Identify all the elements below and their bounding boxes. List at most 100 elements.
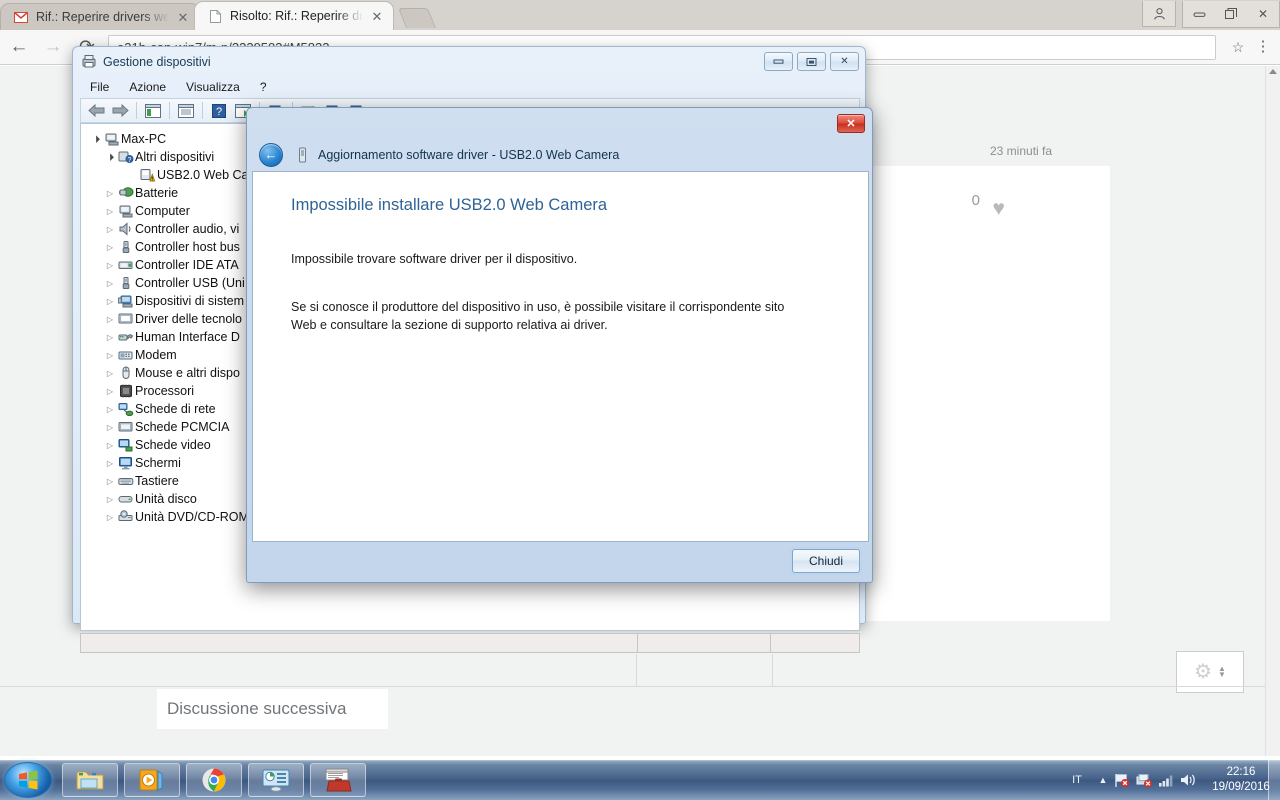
stepper-down-icon[interactable]: ▼ — [1218, 671, 1226, 679]
driver-update-dialog[interactable]: ✕ ← Aggiornamento software driver - USB2… — [246, 107, 873, 583]
device-tree-node-label: Computer — [135, 204, 190, 218]
taskbar-item-control-panel[interactable] — [248, 763, 304, 797]
taskbar-item-chrome[interactable] — [186, 763, 242, 797]
dialog-nav-row: ← Aggiornamento software driver - USB2.0… — [247, 138, 872, 171]
forward-button[interactable]: → — [38, 32, 68, 62]
device-tree-node-label: Max-PC — [121, 132, 167, 146]
taskbar-item-explorer[interactable] — [62, 763, 118, 797]
network-error-icon[interactable] — [1136, 773, 1158, 788]
scroll-up-icon[interactable] — [1269, 69, 1277, 74]
menu-visualizza[interactable]: Visualizza — [176, 78, 250, 96]
dialog-close-button[interactable]: ✕ — [837, 114, 865, 133]
menu-azione[interactable]: Azione — [119, 78, 176, 96]
back-arrow-icon[interactable]: ← — [259, 142, 283, 167]
chevron-right-icon[interactable]: ▷ — [103, 423, 117, 432]
chevron-down-icon[interactable]: ◢ — [88, 131, 104, 147]
device-tree-node-label: Controller IDE ATA — [135, 258, 239, 272]
device-tree-node-label: Driver delle tecnolo — [135, 312, 242, 326]
device-tree-node-label: Human Interface D — [135, 330, 240, 344]
volume-icon[interactable] — [1180, 773, 1202, 787]
chevron-right-icon[interactable]: ▷ — [103, 315, 117, 324]
action-center-icon[interactable] — [1114, 773, 1136, 788]
menu-file[interactable]: File — [80, 78, 119, 96]
chevron-right-icon[interactable]: ▷ — [103, 297, 117, 306]
device-tree-node-label: Unità disco — [135, 492, 197, 506]
device-tree-node-label: Altri dispositivi — [135, 150, 215, 164]
language-indicator[interactable]: IT — [1062, 774, 1092, 786]
cpu-icon — [117, 384, 135, 398]
new-tab-button[interactable] — [397, 8, 437, 28]
status-pane-1 — [81, 634, 638, 652]
forward-arrow-icon[interactable] — [109, 100, 131, 121]
bookmark-star-icon[interactable]: ☆ — [1226, 39, 1250, 56]
chrome-menu-icon[interactable]: ⋮ — [1250, 39, 1276, 53]
device-tree-node-label: Unità DVD/CD-ROM — [135, 510, 249, 524]
device-manager-titlebar[interactable]: Gestione dispositivi ✕ — [73, 47, 865, 76]
menu-help[interactable]: ? — [250, 78, 277, 96]
chevron-right-icon[interactable]: ▷ — [103, 333, 117, 342]
device-tree-node-label: Schede di rete — [135, 402, 216, 416]
device-tree-node-label: Tastiere — [135, 474, 179, 488]
close-button[interactable]: ✕ — [1247, 1, 1279, 27]
next-discussion-link[interactable]: Discussione successiva — [157, 689, 388, 729]
close-button[interactable]: ✕ — [830, 52, 859, 71]
properties-icon[interactable] — [142, 100, 164, 121]
ide-icon — [117, 258, 135, 272]
chevron-right-icon[interactable]: ▷ — [103, 279, 117, 288]
divider — [772, 654, 773, 687]
back-arrow-icon[interactable] — [85, 100, 107, 121]
chevron-right-icon[interactable]: ▷ — [103, 225, 117, 234]
start-button[interactable] — [4, 762, 52, 798]
chevron-right-icon[interactable]: ▷ — [103, 369, 117, 378]
restore-button[interactable] — [1215, 1, 1247, 27]
chevron-right-icon[interactable]: ▷ — [103, 405, 117, 414]
user-profile-icon[interactable] — [1142, 1, 1176, 27]
browser-tab-1[interactable]: Rif.: Reperire drivers web ✕ — [0, 3, 200, 30]
browser-tab-2[interactable]: Risolto: Rif.: Reperire driv ✕ — [194, 1, 394, 30]
close-icon[interactable]: ✕ — [369, 8, 385, 24]
help-icon[interactable]: ? — [208, 100, 230, 121]
device-tree-node-label: Schede PCMCIA — [135, 420, 230, 434]
chevron-right-icon[interactable]: ▷ — [103, 459, 117, 468]
device-tree-node-label: Schermi — [135, 456, 181, 470]
computer-icon — [103, 132, 121, 146]
taskbar-item-media-player[interactable] — [124, 763, 180, 797]
chevron-right-icon[interactable]: ▷ — [103, 441, 117, 450]
dialog-titlebar[interactable]: ✕ — [247, 108, 872, 138]
heart-icon[interactable]: ♥ — [993, 198, 1005, 219]
chevron-down-icon[interactable]: ◢ — [102, 149, 118, 165]
minimize-button[interactable] — [1183, 1, 1215, 27]
device-tree-node-label: Modem — [135, 348, 177, 362]
minimize-button[interactable] — [764, 52, 793, 71]
chevron-right-icon[interactable]: ▷ — [103, 243, 117, 252]
chevron-right-icon[interactable]: ▷ — [103, 513, 117, 522]
back-button[interactable]: ← — [4, 32, 34, 62]
dialog-paragraph-1: Impossibile trovare software driver per … — [291, 252, 578, 266]
dialog-paragraph-2: Se si conosce il produttore del disposit… — [291, 300, 785, 332]
chevron-right-icon[interactable]: ▷ — [103, 351, 117, 360]
chevron-right-icon[interactable]: ▷ — [103, 477, 117, 486]
signal-icon[interactable] — [1158, 774, 1180, 787]
maximize-button[interactable] — [797, 52, 826, 71]
device-manager-icon — [81, 54, 97, 70]
close-icon[interactable]: ✕ — [175, 9, 191, 25]
pcmcia-icon — [117, 420, 135, 434]
chevron-right-icon[interactable]: ▷ — [103, 261, 117, 270]
page-icon — [207, 8, 223, 24]
stepper-arrows[interactable]: ▲ ▼ — [1218, 665, 1226, 679]
chevron-right-icon[interactable]: ▷ — [103, 387, 117, 396]
show-hidden-icons-icon[interactable]: ▲ — [1092, 775, 1114, 785]
network-icon — [117, 402, 135, 416]
svg-text:?: ? — [128, 157, 132, 164]
tab-strip: Rif.: Reperire drivers web ✕ Risolto: Ri… — [0, 0, 1280, 30]
chevron-right-icon[interactable]: ▷ — [103, 495, 117, 504]
close-button[interactable]: Chiudi — [790, 547, 862, 575]
show-hidden-icon[interactable] — [175, 100, 197, 121]
show-desktop-button[interactable] — [1268, 760, 1280, 800]
page-scrollbar[interactable] — [1265, 66, 1280, 756]
chevron-right-icon[interactable]: ▷ — [103, 207, 117, 216]
taskbar-item-toolbox[interactable] — [310, 763, 366, 797]
chevron-right-icon[interactable]: ▷ — [103, 189, 117, 198]
modem-icon — [117, 348, 135, 362]
audio-icon — [117, 222, 135, 236]
